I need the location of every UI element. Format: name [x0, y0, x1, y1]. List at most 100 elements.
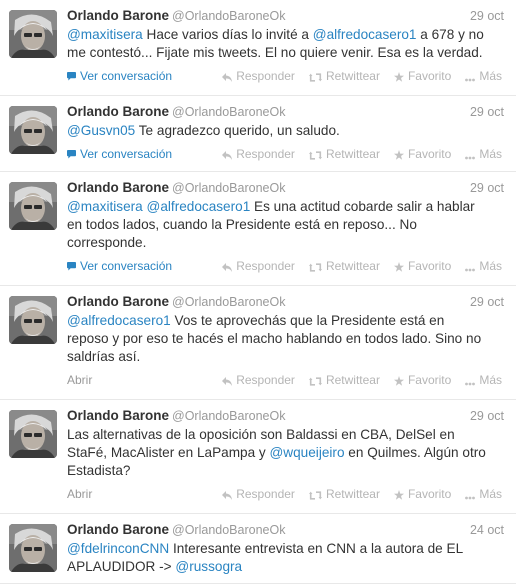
author-name[interactable]: Orlando Barone	[67, 180, 169, 195]
mention-link[interactable]: @wqueijeiro	[270, 445, 345, 460]
tweet-card[interactable]: Orlando Barone @OrlandoBaroneOk 29 oct Las …	[0, 400, 516, 514]
tweet-timestamp[interactable]: 29 oct	[470, 292, 504, 312]
tweet-text-segment: Te agradezco querido, un saludo.	[135, 123, 340, 138]
avatar[interactable]	[9, 296, 57, 344]
tweet-text-line: en todos lados, cuando la Presidente est…	[67, 216, 507, 234]
favorite-button[interactable]: Favorito	[393, 145, 452, 163]
author-handle[interactable]: @OrlandoBaroneOk	[172, 295, 285, 309]
more-icon	[465, 259, 479, 273]
mention-link[interactable]: @maxitisera	[67, 27, 143, 42]
retweet-label: Retwittear	[325, 69, 380, 83]
author-handle[interactable]: @OrlandoBaroneOk	[172, 409, 285, 423]
mention-link[interactable]: @alfredocasero1	[67, 313, 171, 328]
tweet-text-segment: en todos lados, cuando la Presidente est…	[67, 217, 417, 232]
retweet-button[interactable]: Retwittear	[308, 67, 380, 85]
tweet-text-segment: reposo y por eso te hacés el macho habla…	[67, 331, 482, 346]
author-name[interactable]: Orlando Barone	[67, 408, 169, 423]
more-button[interactable]: Más	[465, 145, 502, 163]
tweet-timestamp[interactable]: 29 oct	[470, 6, 504, 26]
tweet-timestamp[interactable]: 24 oct	[470, 520, 504, 540]
author-handle[interactable]: @OrlandoBaroneOk	[172, 9, 285, 23]
reply-button[interactable]: Responder	[222, 485, 295, 503]
favorite-button[interactable]: Favorito	[393, 67, 452, 85]
retweet-button[interactable]: Retwittear	[308, 257, 380, 275]
tweet-footer: Abrir Responder Retwittear Favorito Más	[67, 484, 507, 506]
author-name[interactable]: Orlando Barone	[67, 522, 169, 537]
avatar[interactable]	[9, 106, 57, 154]
mention-link[interactable]: @alfredocasero1	[313, 27, 417, 42]
reply-label: Responder	[236, 147, 295, 161]
reply-icon	[222, 69, 236, 83]
retweet-button[interactable]: Retwittear	[308, 485, 380, 503]
tweet-timestamp[interactable]: 29 oct	[470, 102, 504, 122]
conversation-icon	[67, 69, 80, 83]
tweet-text-segment: me contestó... Fijate mis tweets. El no …	[67, 45, 483, 60]
tweet-text-segment: corresponde.	[67, 235, 147, 250]
tweet-text: @Gusvn05 Te agradezco querido, un saludo…	[67, 122, 507, 140]
favorite-label: Favorito	[407, 69, 452, 83]
author-name[interactable]: Orlando Barone	[67, 294, 169, 309]
author-name[interactable]: Orlando Barone	[67, 104, 169, 119]
tweet-header: Orlando Barone @OrlandoBaroneOk 29 oct	[67, 406, 507, 426]
tweet-text-line: @fdelrinconCNN Interesante entrevista en…	[67, 540, 507, 558]
tweet-card[interactable]: Orlando Barone @OrlandoBaroneOk 24 oct @fde…	[0, 514, 516, 584]
favorite-button[interactable]: Favorito	[393, 485, 451, 503]
mention-link[interactable]: @Gusvn05	[67, 123, 135, 138]
author-handle[interactable]: @OrlandoBaroneOk	[172, 181, 285, 195]
favorite-label: Favorito	[407, 259, 452, 273]
tweet-text-line: me contestó... Fijate mis tweets. El no …	[67, 44, 507, 62]
mention-link[interactable]: @fdelrinconCNN	[67, 541, 169, 556]
view-conversation-link[interactable]: Ver conversación	[67, 257, 172, 275]
tweet-text: Las alternativas de la oposición son Bal…	[67, 426, 507, 480]
open-link[interactable]: Abrir	[67, 371, 92, 389]
more-label: Más	[479, 487, 502, 501]
avatar[interactable]	[9, 182, 57, 230]
open-link[interactable]: Abrir	[67, 485, 92, 503]
more-button[interactable]: Más	[465, 257, 502, 275]
tweet-text-line: Las alternativas de la oposición son Bal…	[67, 426, 507, 444]
mention-link[interactable]: @alfredocasero1	[147, 199, 251, 214]
tweet-text-line: @alfredocasero1 Vos te aprovechás que la…	[67, 312, 507, 330]
mention-link[interactable]: @maxitisera	[67, 199, 143, 214]
more-button[interactable]: Más	[465, 371, 502, 389]
favorite-button[interactable]: Favorito	[393, 371, 451, 389]
reply-icon	[222, 259, 236, 273]
tweet-text-line: APLAUDIDOR -> @russogra	[67, 558, 507, 576]
more-button[interactable]: Más	[465, 485, 502, 503]
reply-button[interactable]: Responder	[222, 371, 295, 389]
reply-button[interactable]: Responder	[222, 257, 295, 275]
tweet-actions: Responder Retwittear Favorito Más	[208, 371, 502, 389]
avatar[interactable]	[9, 410, 57, 458]
favorite-label: Favorito	[407, 147, 452, 161]
favorite-icon	[393, 259, 408, 273]
favorite-button[interactable]: Favorito	[393, 257, 452, 275]
more-button[interactable]: Más	[465, 67, 502, 85]
tweet-actions: Responder Retwittear Favorito Más	[208, 257, 502, 275]
tweet-text-line: Estadista?	[67, 462, 507, 480]
tweet-timestamp[interactable]: 29 oct	[470, 178, 504, 198]
mention-link[interactable]: @russogra	[175, 559, 242, 574]
tweet-card[interactable]: Orlando Barone @OrlandoBaroneOk 29 oct @alf…	[0, 286, 516, 400]
tweet-card[interactable]: Orlando Barone @OrlandoBaroneOk 29 oct @Gus…	[0, 96, 516, 172]
more-label: Más	[479, 147, 502, 161]
favorite-icon	[393, 69, 408, 83]
retweet-button[interactable]: Retwittear	[308, 145, 380, 163]
view-conversation-link[interactable]: Ver conversación	[67, 67, 172, 85]
tweet-text-segment: StaFé, MacAlister en LaPampa y	[67, 445, 270, 460]
tweet-text-segment: Estadista?	[67, 463, 131, 478]
expand-label: Ver conversación	[80, 147, 173, 161]
author-handle[interactable]: @OrlandoBaroneOk	[172, 523, 285, 537]
author-handle[interactable]: @OrlandoBaroneOk	[172, 105, 285, 119]
tweet-timestamp[interactable]: 29 oct	[470, 406, 504, 426]
expand-label: Abrir	[67, 487, 93, 501]
avatar[interactable]	[9, 524, 57, 572]
retweet-button[interactable]: Retwittear	[308, 371, 380, 389]
tweet-card[interactable]: Orlando Barone @OrlandoBaroneOk 29 oct @max…	[0, 172, 516, 286]
avatar[interactable]	[9, 10, 57, 58]
reply-button[interactable]: Responder	[222, 145, 295, 163]
author-name[interactable]: Orlando Barone	[67, 8, 169, 23]
reply-button[interactable]: Responder	[222, 67, 295, 85]
tweet-card[interactable]: Orlando Barone @OrlandoBaroneOk 29 oct @max…	[0, 0, 516, 96]
view-conversation-link[interactable]: Ver conversación	[67, 145, 172, 163]
tweet-content: Orlando Barone @OrlandoBaroneOk 29 oct @alf…	[67, 292, 507, 392]
